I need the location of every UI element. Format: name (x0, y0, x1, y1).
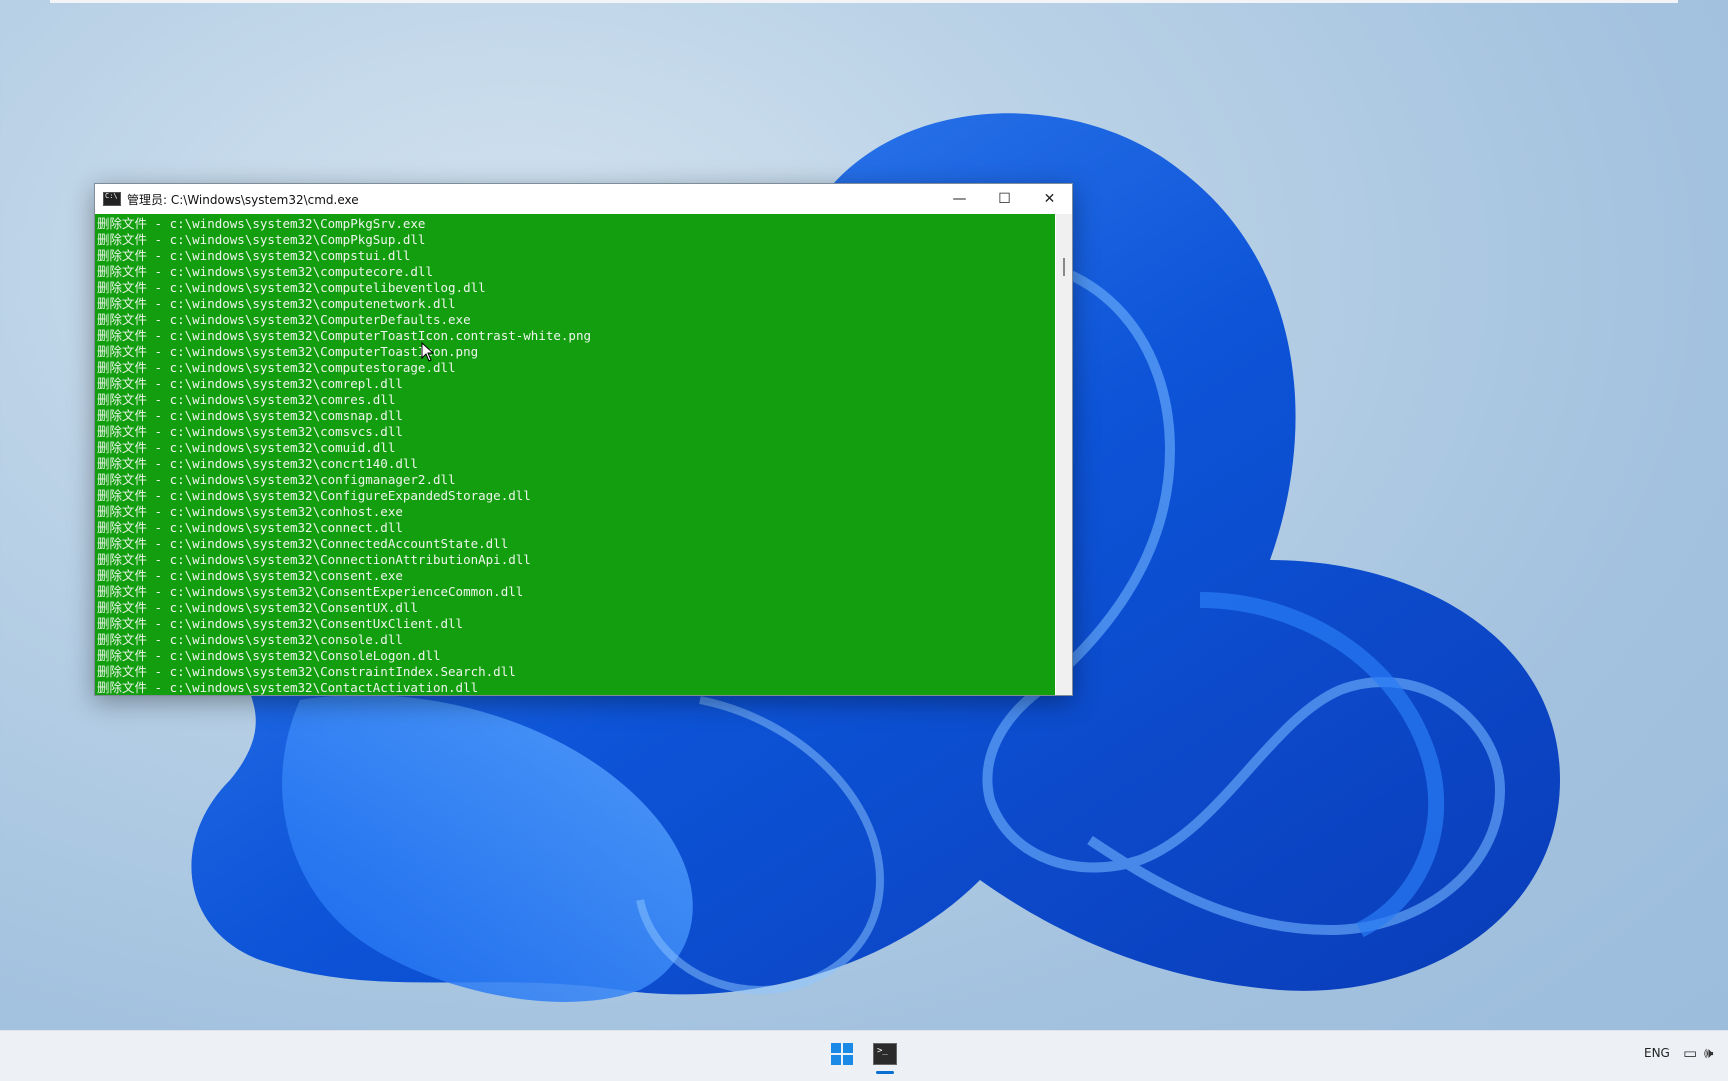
maximize-button[interactable]: ☐ (982, 184, 1027, 214)
mouse-pointer-icon (421, 342, 435, 362)
console-line: 删除文件 - c:\windows\system32\comsnap.dll (97, 408, 403, 423)
console-line: 删除文件 - c:\windows\system32\ConsentUxClie… (97, 616, 464, 631)
command-prompt-icon (103, 192, 121, 206)
console-line: 删除文件 - c:\windows\system32\ConfigureExpa… (97, 488, 531, 503)
console-line: 删除文件 - c:\windows\system32\concrt140.dll (97, 456, 418, 471)
window-controls: — ☐ ✕ (937, 184, 1072, 214)
console-line: 删除文件 - c:\windows\system32\console.dll (97, 632, 403, 647)
console-line: 删除文件 - c:\windows\system32\computenetwor… (97, 296, 456, 311)
console-lines: 删除文件 - c:\windows\system32\CompPkgSrv.ex… (95, 214, 1055, 695)
command-prompt-taskbar-icon[interactable] (873, 1043, 897, 1065)
console-line: 删除文件 - c:\windows\system32\ConsentExperi… (97, 584, 524, 599)
console-line: 删除文件 - c:\windows\system32\CompPkgSup.dl… (97, 232, 426, 247)
minimize-button[interactable]: — (937, 184, 982, 214)
console-line: 删除文件 - c:\windows\system32\ComputerToast… (97, 344, 479, 359)
window-title: 管理员: C:\Windows\system32\cmd.exe (127, 192, 359, 207)
console-line: 删除文件 - c:\windows\system32\computestorag… (97, 360, 456, 375)
vertical-scrollbar[interactable] (1056, 214, 1072, 695)
taskbar (0, 1030, 1728, 1081)
console-line: 删除文件 - c:\windows\system32\ConsoleLogon.… (97, 648, 441, 663)
console-line: 删除文件 - c:\windows\system32\configmanager… (97, 472, 456, 487)
network-icon[interactable]: ▭ (1683, 1044, 1697, 1062)
console-line: 删除文件 - c:\windows\system32\computecore.d… (97, 264, 433, 279)
console-line: 删除文件 - c:\windows\system32\compstui.dll (97, 248, 411, 263)
console-line: 删除文件 - c:\windows\system32\conhost.exe (97, 504, 403, 519)
console-line: 删除文件 - c:\windows\system32\comrepl.dll (97, 376, 403, 391)
scrollbar-thumb[interactable] (1063, 258, 1065, 276)
console-line: 删除文件 - c:\windows\system32\consent.exe (97, 568, 403, 583)
close-button[interactable]: ✕ (1027, 184, 1072, 214)
console-line: 删除文件 - c:\windows\system32\ComputerDefau… (97, 312, 471, 327)
window-titlebar[interactable]: 管理员: C:\Windows\system32\cmd.exe — ☐ ✕ (95, 184, 1072, 214)
windows-start-icon[interactable] (831, 1043, 853, 1065)
active-app-indicator (876, 1071, 894, 1074)
console-line: 删除文件 - c:\windows\system32\comres.dll (97, 392, 396, 407)
console-line: 删除文件 - c:\windows\system32\ConstraintInd… (97, 664, 516, 679)
console-line: 删除文件 - c:\windows\system32\comuid.dll (97, 440, 396, 455)
volume-icon[interactable]: 🕪 (1704, 1044, 1713, 1062)
console-line: 删除文件 - c:\windows\system32\ConnectedAcco… (97, 536, 509, 551)
console-line: 删除文件 - c:\windows\system32\ContactActiva… (97, 680, 479, 695)
console-line: 删除文件 - c:\windows\system32\ConsentUX.dll (97, 600, 418, 615)
console-line: 删除文件 - c:\windows\system32\ComputerToast… (97, 328, 592, 343)
console-line: 删除文件 - c:\windows\system32\connect.dll (97, 520, 403, 535)
console-line: 删除文件 - c:\windows\system32\comsvcs.dll (97, 424, 403, 439)
console-line: 删除文件 - c:\windows\system32\ConnectionAtt… (97, 552, 531, 567)
language-indicator[interactable]: ENG (1644, 1046, 1670, 1060)
console-output[interactable]: 删除文件 - c:\windows\system32\CompPkgSrv.ex… (95, 214, 1055, 695)
console-line: 删除文件 - c:\windows\system32\computelibeve… (97, 280, 486, 295)
cmd-window[interactable]: 管理员: C:\Windows\system32\cmd.exe — ☐ ✕ 删… (94, 183, 1073, 696)
console-line: 删除文件 - c:\windows\system32\CompPkgSrv.ex… (97, 216, 426, 231)
